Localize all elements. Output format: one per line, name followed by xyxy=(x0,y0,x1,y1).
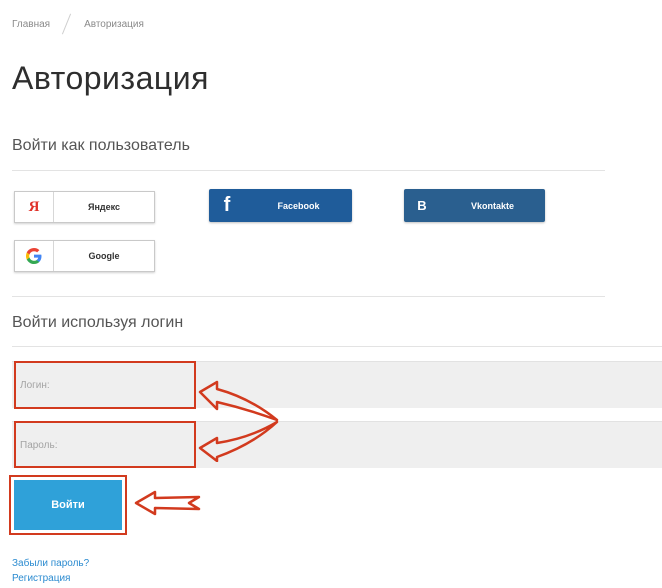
divider xyxy=(12,346,662,347)
facebook-icon: f xyxy=(223,194,231,216)
annotation-arrows-icon xyxy=(198,380,279,462)
divider xyxy=(12,296,605,297)
login-submit-button[interactable]: Войти xyxy=(14,480,122,530)
breadcrumb-current: Авторизация xyxy=(84,18,144,30)
page-title: Авторизация xyxy=(12,60,209,96)
divider xyxy=(12,170,605,171)
breadcrumb: Главная Авторизация xyxy=(12,15,144,33)
google-icon xyxy=(15,241,54,271)
facebook-login-label: Facebook xyxy=(277,200,320,211)
login-section-heading: Войти используя логин xyxy=(12,314,184,331)
google-login-label: Google xyxy=(88,251,120,261)
breadcrumb-separator xyxy=(60,15,74,33)
submit-arrow-icon xyxy=(134,490,201,516)
vkontakte-login-button[interactable]: B Vkontakte xyxy=(404,189,545,222)
vkontakte-login-label: Vkontakte xyxy=(470,200,514,211)
login-highlight-box xyxy=(14,361,196,409)
register-link[interactable]: Регистрация xyxy=(12,573,70,584)
forgot-password-link[interactable]: Забыли пароль? xyxy=(12,558,89,569)
vk-icon: B xyxy=(417,198,427,213)
facebook-login-button[interactable]: f Facebook xyxy=(209,189,352,222)
yandex-login-label: Яндекс xyxy=(87,202,120,212)
yandex-icon: Я xyxy=(15,192,54,222)
social-login-heading: Войти как пользователь xyxy=(12,137,190,154)
breadcrumb-home-link[interactable]: Главная xyxy=(12,19,50,30)
google-login-button[interactable]: Google xyxy=(14,240,155,272)
password-highlight-box xyxy=(14,421,196,468)
yandex-login-button[interactable]: Я Яндекс xyxy=(14,191,155,223)
